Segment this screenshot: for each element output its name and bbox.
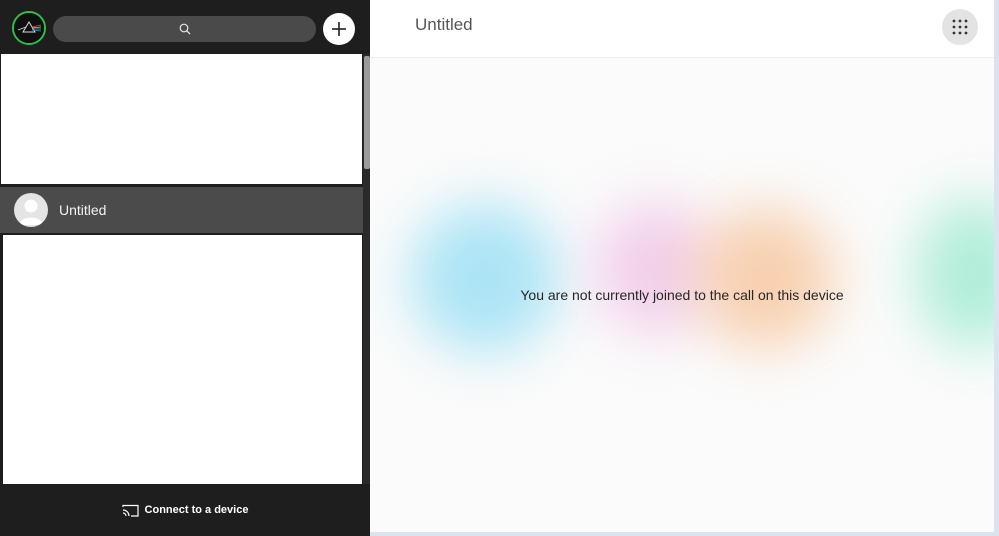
decor-blob-blue xyxy=(410,203,560,353)
sidebar-bottombar: Connect to a device xyxy=(0,484,370,536)
add-button[interactable] xyxy=(323,13,355,45)
content-panel-bottom xyxy=(3,235,362,484)
sidebar: Untitled Connect to a device xyxy=(0,0,370,536)
connect-device-button[interactable]: Connect to a device xyxy=(121,504,249,517)
call-stage: You are not currently joined to the call… xyxy=(370,58,994,532)
decor-blob-orange xyxy=(695,208,835,348)
call-status-message: You are not currently joined to the call… xyxy=(520,287,844,303)
content-panel-top xyxy=(1,54,362,184)
grid-dots-icon xyxy=(952,19,968,35)
main-panel: Untitled You are not currently joined to… xyxy=(370,0,994,532)
page-title: Untitled xyxy=(415,15,473,34)
decor-blob-green xyxy=(915,198,994,348)
my-avatar[interactable] xyxy=(12,11,46,45)
list-item[interactable]: Untitled xyxy=(0,187,363,233)
search-icon xyxy=(179,23,190,35)
search-input[interactable] xyxy=(53,16,316,42)
plus-icon xyxy=(332,22,346,36)
main-header: Untitled xyxy=(370,0,994,58)
app-window: Untitled Connect to a device ⟨ Untitled xyxy=(0,0,999,536)
cast-icon xyxy=(121,504,139,517)
default-avatar-icon xyxy=(14,193,48,227)
menu-button[interactable] xyxy=(942,9,978,45)
prism-logo-icon xyxy=(14,13,44,43)
window-border-bottom xyxy=(370,532,999,536)
connect-device-label: Connect to a device xyxy=(144,504,249,516)
list-item-label: Untitled xyxy=(59,202,107,218)
sidebar-topbar xyxy=(0,0,370,54)
window-border-right xyxy=(994,0,999,536)
